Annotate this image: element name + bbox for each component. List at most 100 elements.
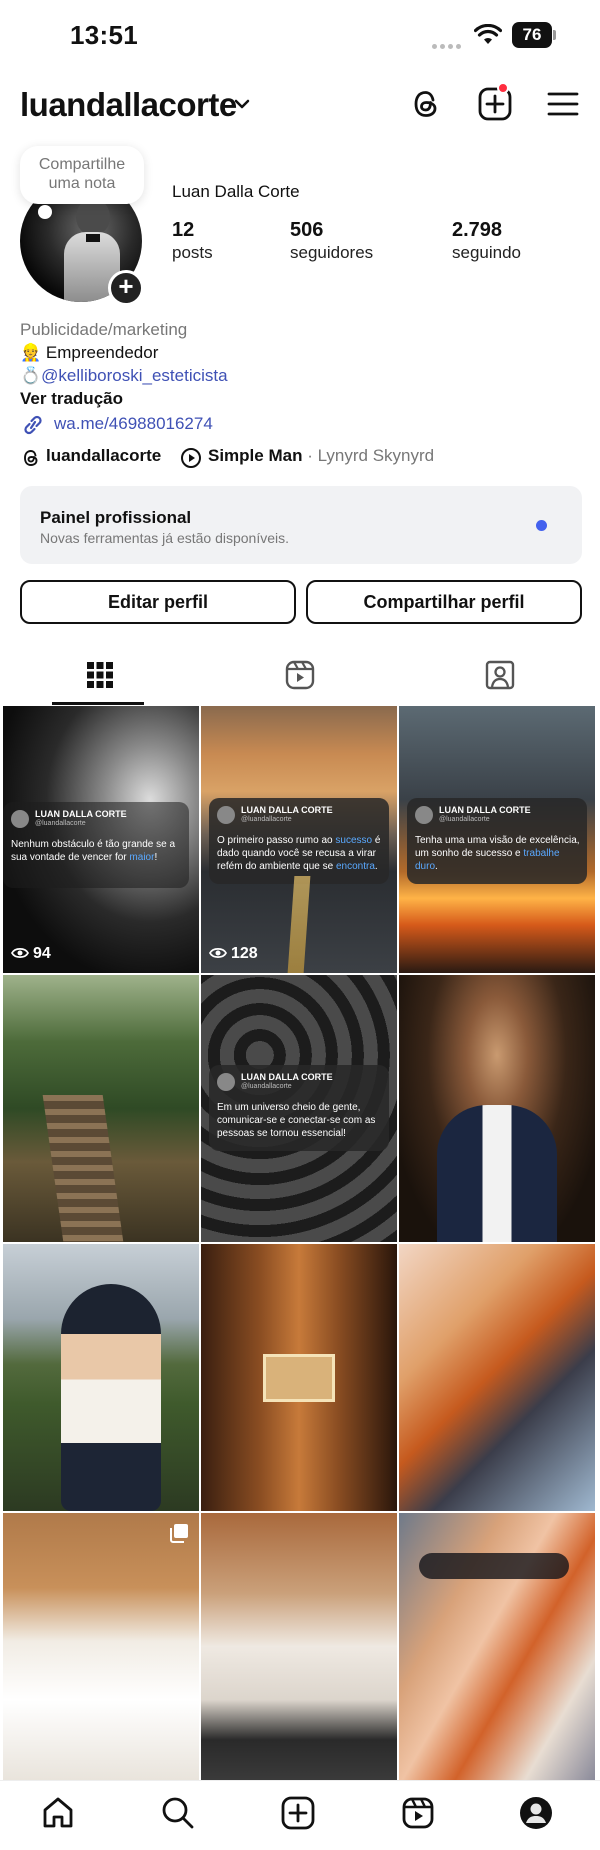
profile-tabs: [0, 648, 600, 706]
status-bar: 13:51 76: [0, 0, 600, 72]
quote-handle: @luandallacorte: [241, 1083, 292, 1090]
ring-emoji: 💍: [20, 366, 42, 385]
nav-create[interactable]: [280, 1795, 320, 1835]
play-circle-icon: [181, 448, 201, 468]
chevron-down-icon[interactable]: [233, 97, 251, 111]
quote-avatar: [11, 810, 29, 828]
eye-icon: [11, 947, 29, 959]
tab-posts-grid[interactable]: [0, 648, 200, 706]
tagged-icon: [485, 660, 515, 690]
profile-header: luandallacorte: [0, 72, 600, 142]
post-tile[interactable]: [399, 975, 595, 1242]
post-tile[interactable]: [201, 1244, 397, 1511]
link-icon: [24, 415, 42, 435]
post-tile[interactable]: [3, 1513, 199, 1780]
note-line-1: Compartilhe: [38, 156, 126, 173]
bio-line: 👷 Empreendedor: [20, 343, 159, 362]
reels-icon: [285, 660, 315, 690]
followers-count: 506: [290, 219, 324, 241]
tab-reels[interactable]: [200, 648, 400, 706]
view-count: 94: [11, 945, 51, 963]
note-bubble-tail: [38, 205, 52, 219]
wifi-icon: [474, 24, 502, 44]
posts-label: posts: [172, 243, 213, 262]
battery-level: 76: [512, 22, 552, 48]
edit-profile-button[interactable]: Editar perfil: [20, 580, 296, 624]
threads-icon[interactable]: [408, 86, 444, 122]
quote-handle: @luandallacorte: [439, 816, 490, 823]
battery-icon: 76: [512, 22, 556, 48]
bio-mention-link[interactable]: @kelliboroski_esteticista: [41, 366, 227, 385]
post-tile[interactable]: [201, 1513, 397, 1780]
followers-label: seguidores: [290, 243, 374, 262]
add-story-button[interactable]: +: [108, 270, 144, 306]
posts-count: 12: [172, 219, 195, 241]
bio-mention-line: 💍@kelliboroski_esteticista: [20, 364, 580, 387]
professional-dashboard[interactable]: Painel profissional Novas ferramentas já…: [20, 486, 582, 564]
pro-dashboard-title: Painel profissional: [40, 508, 192, 527]
post-tile[interactable]: LUAN DALLA CORTE @luandallacorte O prime…: [201, 706, 397, 973]
quote-card: LUAN DALLA CORTE @luandallacorte Nenhum …: [3, 802, 189, 888]
quote-text: Nenhum obstáculo é tão grande se a sua v…: [11, 839, 175, 863]
note-line-2: uma nota: [48, 175, 116, 192]
quote-author: LUAN DALLA CORTE: [35, 809, 127, 819]
nav-home[interactable]: [40, 1795, 80, 1835]
following-label: seguindo: [452, 243, 522, 262]
see-translation-link[interactable]: Ver tradução: [20, 387, 580, 410]
post-tile[interactable]: [399, 1513, 595, 1780]
following-count: 2.798: [452, 219, 503, 241]
quote-handle: @luandallacorte: [35, 820, 86, 827]
quote-card: LUAN DALLA CORTE @luandallacorte Tenha u…: [407, 798, 587, 884]
carousel-icon: [170, 1524, 188, 1543]
quote-avatar: [217, 806, 235, 824]
stat-following[interactable]: 2.798 seguindo: [452, 218, 521, 264]
pro-dashboard-subtitle: Novas ferramentas já estão disponíveis.: [40, 530, 290, 546]
profile-category: Publicidade/marketing: [20, 320, 188, 339]
status-time: 13:51: [70, 20, 138, 50]
bio-website-link[interactable]: wa.me/46988016274: [20, 412, 580, 435]
quote-handle: @luandallacorte: [241, 816, 292, 823]
nav-reels[interactable]: [400, 1795, 440, 1835]
reels-icon: [402, 1797, 434, 1829]
menu-icon[interactable]: [545, 86, 581, 122]
bio: Publicidade/marketing 👷 Empreendedor 💍@k…: [20, 318, 580, 435]
view-count: 128: [209, 945, 258, 963]
quote-avatar: [415, 806, 433, 824]
post-tile[interactable]: LUAN DALLA CORTE @luandallacorte Em um u…: [201, 975, 397, 1242]
threads-icon: [24, 450, 38, 466]
profile-music-chip[interactable]: Simple Man · Lynyrd Skynyrd: [180, 446, 434, 468]
post-tile[interactable]: LUAN DALLA CORTE @luandallacorte Tenha u…: [399, 706, 595, 973]
profile-avatar-icon: [520, 1797, 552, 1829]
threads-profile-chip[interactable]: luandallacorte: [20, 446, 161, 466]
home-icon: [43, 1797, 73, 1828]
cellular-signal-icon: [432, 36, 468, 49]
grid-icon: [87, 662, 113, 688]
post-tile[interactable]: [399, 1244, 595, 1511]
post-tile[interactable]: [3, 1244, 199, 1511]
quote-author: LUAN DALLA CORTE: [241, 1072, 333, 1082]
quote-author: LUAN DALLA CORTE: [241, 805, 333, 815]
post-tile[interactable]: LUAN DALLA CORTE @luandallacorte Nenhum …: [3, 706, 199, 973]
quote-text: O primeiro passo rumo ao sucesso é dado …: [217, 835, 381, 872]
quote-card: LUAN DALLA CORTE @luandallacorte Em um u…: [209, 1065, 389, 1151]
new-indicator-dot: [536, 520, 547, 531]
nav-search[interactable]: [160, 1795, 200, 1835]
search-icon: [162, 1797, 194, 1829]
share-note-bubble[interactable]: Compartilhe uma nota: [20, 146, 144, 204]
tab-tagged[interactable]: [400, 648, 600, 706]
eye-icon: [209, 947, 227, 959]
quote-author: LUAN DALLA CORTE: [439, 805, 531, 815]
quote-avatar: [217, 1073, 235, 1091]
post-tile[interactable]: [3, 975, 199, 1242]
share-profile-button[interactable]: Compartilhar perfil: [306, 580, 582, 624]
create-post-icon: [281, 1796, 315, 1830]
account-switcher[interactable]: luandallacorte: [20, 86, 237, 124]
active-tab-indicator: [52, 702, 144, 705]
quote-text: Em um universo cheio de gente, comunicar…: [217, 1102, 376, 1139]
stat-followers[interactable]: 506 seguidores: [290, 218, 373, 264]
quote-card: LUAN DALLA CORTE @luandallacorte O prime…: [209, 798, 389, 884]
stat-posts: 12 posts: [172, 218, 213, 264]
nav-profile[interactable]: [518, 1795, 558, 1835]
song-title: Simple Man: [208, 446, 303, 465]
display-name: Luan Dalla Corte: [172, 182, 300, 201]
